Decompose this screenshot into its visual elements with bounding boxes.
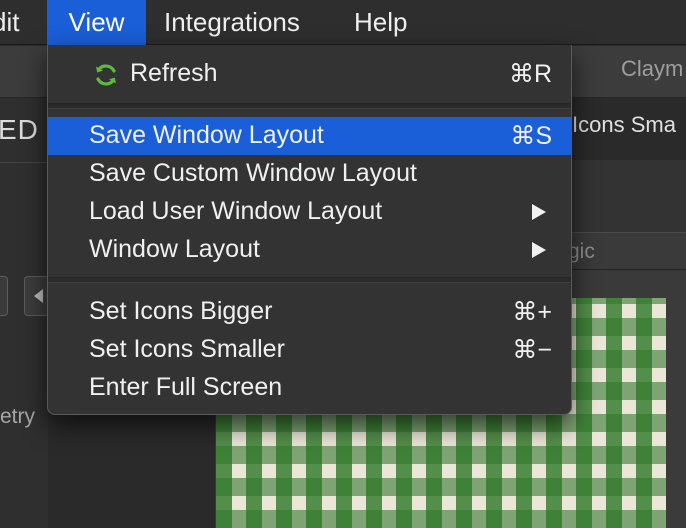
menu-item-label: Load User Window Layout (89, 197, 383, 225)
menu-item-label: Refresh (130, 59, 218, 87)
left-panel-divider (0, 162, 48, 163)
left-panel-label-text: etry (0, 405, 36, 428)
menu-item-enter-full-screen[interactable]: Enter Full Screen (48, 369, 571, 407)
menu-item-save-custom-window-layout[interactable]: Save Custom Window Layout (48, 155, 571, 193)
menu-item-window-layout[interactable]: Window Layout (48, 231, 571, 269)
menu-item-shortcut: ⌘R (508, 60, 552, 88)
menu-item-shortcut: ⌘− (512, 336, 552, 364)
left-panel-label: etry (0, 405, 48, 435)
menu-item-label: Save Custom Window Layout (89, 159, 417, 187)
submenu-arrow-icon (532, 242, 546, 258)
menu-help[interactable]: Help (354, 0, 407, 45)
menu-item-save-window-layout[interactable]: Save Window Layout ⌘S (48, 117, 571, 155)
menu-item-load-user-window-layout[interactable]: Load User Window Layout (48, 193, 571, 231)
menu-item-set-icons-smaller[interactable]: Set Icons Smaller ⌘− (48, 331, 571, 369)
menu-item-shortcut: ⌘S (510, 122, 552, 150)
menu-view[interactable]: View (47, 0, 146, 45)
menu-item-label: Set Icons Bigger (89, 297, 273, 325)
menu-separator (48, 103, 571, 109)
menu-item-label: Window Layout (89, 235, 260, 263)
menu-edit[interactable]: dit (0, 0, 19, 45)
menu-item-label: Set Icons Smaller (89, 335, 285, 363)
view-menu-dropdown: Refresh ⌘R Save Window Layout ⌘S Save Cu… (47, 45, 572, 415)
tab-label[interactable]: Claym (621, 56, 683, 82)
refresh-icon (96, 64, 116, 86)
menu-separator (48, 277, 571, 283)
content-field[interactable]: gic (566, 232, 686, 270)
left-panel-back-button[interactable] (24, 276, 48, 316)
submenu-arrow-icon (532, 204, 546, 220)
menu-item-label: Save Window Layout (89, 121, 324, 149)
menu-item-shortcut: ⌘+ (512, 298, 552, 326)
menu-item-refresh[interactable]: Refresh ⌘R (48, 55, 571, 95)
left-panel-heading-text: ED (0, 114, 39, 145)
content-header: Icons Sma (572, 112, 676, 137)
left-panel-heading: ED (0, 110, 48, 150)
content-field-text: gic (568, 240, 595, 263)
app-screen: Claym ED etry Icons Sma gic dit View Int… (0, 0, 686, 528)
menu-item-set-icons-bigger[interactable]: Set Icons Bigger ⌘+ (48, 293, 571, 331)
preview-scrollbar[interactable] (666, 298, 686, 528)
menu-item-label: Enter Full Screen (89, 373, 283, 401)
triangle-left-icon (34, 289, 43, 303)
left-panel-button[interactable] (0, 276, 8, 316)
menu-integrations[interactable]: Integrations (164, 0, 300, 45)
menu-bar: dit View Integrations Help (0, 0, 686, 45)
